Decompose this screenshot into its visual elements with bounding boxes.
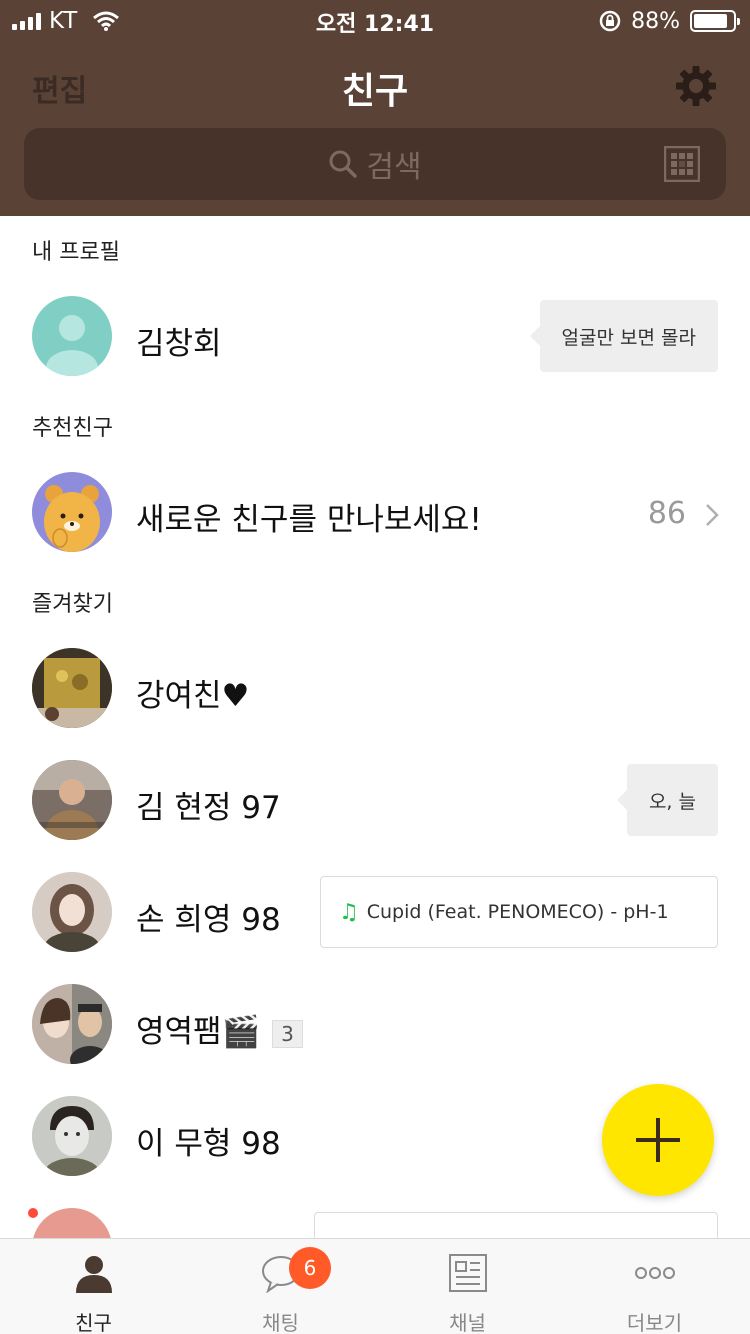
friend-name: 영역팸🎬 3 — [136, 1006, 303, 1051]
friend-name: 강여친♥ — [136, 678, 250, 714]
section-recommended: 추천친구 — [32, 416, 113, 441]
music-status[interactable]: ♫ — [314, 1212, 718, 1238]
my-profile-row[interactable]: 김창회 얼굴만 보면 몰라 — [0, 280, 750, 392]
gear-icon[interactable] — [674, 64, 718, 108]
search-placeholder-group: 검색 — [24, 142, 726, 186]
profile-photo — [32, 760, 112, 840]
page-title: 친구 — [341, 71, 409, 112]
new-dot — [28, 1208, 38, 1218]
avatar — [32, 872, 112, 952]
tab-label: 채팅 — [262, 1311, 299, 1334]
profile-photo — [32, 648, 112, 728]
rotation-lock-icon — [599, 10, 621, 32]
tab-friends[interactable]: 친구 — [0, 1239, 187, 1334]
person-icon — [76, 1256, 112, 1293]
status-message: 오, 늘 — [616, 764, 718, 836]
group-name: 영역팸🎬 — [136, 1014, 261, 1050]
tab-bar: 친구 6 채팅 채널 더보기 — [0, 1238, 750, 1334]
more-icon — [635, 1267, 675, 1279]
recommend-count: 86 — [647, 496, 686, 531]
friend-row[interactable]: 손 희영 98 ♫ Cupid (Feat. PENOMECO) - pH-1 — [0, 856, 750, 968]
header: KT 오전 12:41 88% 편집 친구 검색 — [0, 0, 750, 216]
battery-icon — [690, 10, 740, 32]
friend-row[interactable]: 영역팸🎬 3 — [0, 968, 750, 1080]
status-right: 88% — [599, 6, 740, 36]
friend-name: 이 무형 98 — [136, 1126, 281, 1162]
my-profile-name: 김창회 — [136, 326, 222, 362]
ryan-character-icon — [44, 485, 100, 552]
tab-more[interactable]: 더보기 — [561, 1239, 748, 1334]
tab-channel[interactable]: 채널 — [374, 1239, 561, 1334]
tab-chats[interactable]: 6 채팅 — [187, 1239, 374, 1334]
unread-badge: 6 — [289, 1247, 331, 1289]
section-my-profile: 내 프로필 — [32, 240, 120, 265]
friend-name: 손 희영 98 — [136, 902, 281, 938]
avatar — [32, 1096, 112, 1176]
status-bar: KT 오전 12:41 88% — [0, 0, 750, 40]
music-status[interactable]: ♫ Cupid (Feat. PENOMECO) - pH-1 — [320, 876, 718, 948]
member-count-badge: 3 — [272, 1019, 303, 1048]
tab-label: 더보기 — [626, 1311, 683, 1334]
avatar — [32, 296, 112, 376]
profile-photo — [32, 984, 112, 1064]
recommend-friends-row[interactable]: 새로운 친구를 만나보세요! 86 — [0, 456, 750, 568]
section-favorites: 즐겨찾기 — [32, 592, 113, 617]
search-input[interactable]: 검색 — [366, 142, 421, 186]
tab-label: 친구 — [75, 1311, 112, 1334]
search-bar[interactable]: 검색 — [24, 128, 726, 200]
avatar — [32, 648, 112, 728]
recommend-label: 새로운 친구를 만나보세요! — [136, 502, 482, 538]
friend-row[interactable]: 김 현정 97 오, 늘 — [0, 744, 750, 856]
status-message: 얼굴만 보면 몰라 — [529, 300, 718, 372]
friend-row[interactable]: ♫ — [0, 1192, 750, 1238]
default-person-icon — [46, 315, 98, 376]
chevron-right-icon — [706, 504, 719, 526]
qr-code-icon[interactable] — [664, 146, 700, 182]
channel-icon — [449, 1254, 487, 1292]
add-friend-button[interactable] — [602, 1084, 714, 1196]
friend-name: 김 현정 97 — [136, 790, 281, 826]
profile-photo — [32, 872, 112, 952]
music-note-icon: ♫ — [339, 899, 359, 925]
tab-label: 채널 — [449, 1311, 486, 1334]
profile-photo — [32, 1096, 112, 1176]
avatar — [32, 1208, 112, 1238]
friend-row[interactable]: 강여친♥ — [0, 632, 750, 744]
avatar — [32, 472, 112, 552]
nav-bar: 편집 친구 — [0, 56, 750, 116]
search-icon — [329, 150, 358, 178]
avatar — [32, 984, 112, 1064]
music-title: Cupid (Feat. PENOMECO) - pH-1 — [366, 901, 669, 923]
avatar — [32, 760, 112, 840]
battery-percent: 88% — [631, 8, 680, 34]
